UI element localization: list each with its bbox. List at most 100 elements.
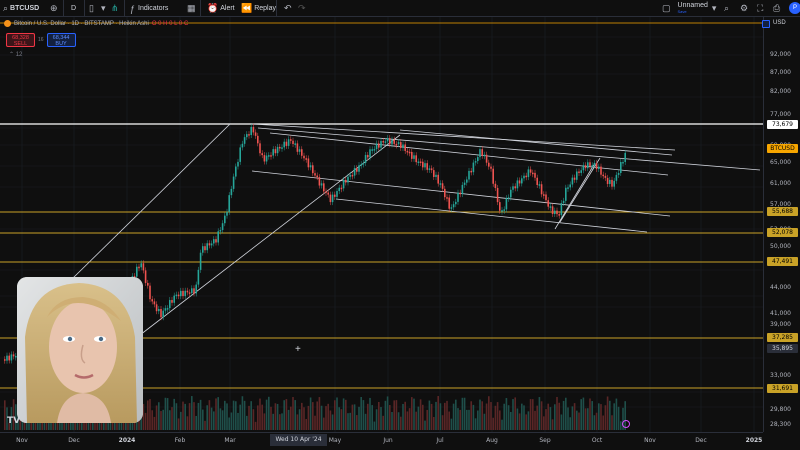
price-label: 55,688 [767,207,798,216]
interval-button[interactable]: D [71,0,76,17]
volume-bar [481,401,483,430]
indicators-button[interactable]: ƒ Indicators [130,0,168,17]
candle [468,170,470,180]
volume-bar [499,410,501,430]
candle [463,182,466,185]
candle [197,269,200,285]
volume-bar [290,406,292,430]
volume-bar [384,400,387,430]
volume-bar [472,404,475,430]
candle [397,142,400,145]
time-tick: Nov [16,437,28,444]
replay-button[interactable]: ⏪ Replay [241,0,276,17]
camera-icon[interactable]: ⎙ [773,0,780,17]
candle [210,243,213,246]
chevron-down-icon: ▾ [711,3,717,13]
candle [136,266,138,277]
candle [455,201,457,205]
candle [512,186,514,190]
candle [239,147,241,162]
layout-menu[interactable]: ▢ Unnamed Save ▾ [662,0,716,17]
price-axis[interactable]: USD 92,00087,00082,00077,00069,00065,000… [762,17,800,432]
volume-bar [237,412,239,430]
candle [422,161,424,168]
candle [485,154,488,163]
time-tick: Feb [174,437,186,444]
volume-bar [554,404,556,430]
candle [386,138,389,142]
candle [166,308,169,310]
volume-bar [175,403,178,430]
candle [307,158,310,168]
volume-bar [250,401,252,430]
volume-bar [197,402,200,430]
candle [323,183,325,192]
volume-bar [338,407,340,430]
bar-style-icon[interactable]: ▯ [89,0,94,17]
volume-bar [149,399,151,430]
currency-toggle-icon[interactable] [762,20,770,28]
candle [419,161,422,163]
sell-button[interactable]: 68,328 SELL [6,33,35,47]
volume-bar [485,403,488,430]
candle [237,161,239,167]
redo-icon[interactable]: ↷ [298,0,306,17]
candle [367,154,369,158]
volume-bar [503,403,505,430]
sell-label: SELL [13,41,28,47]
candle [529,169,532,173]
go-to-realtime-icon[interactable] [622,420,630,428]
volume-bar [356,415,358,430]
volume-bar [325,406,327,430]
volume-bar [446,400,448,430]
indicator-count[interactable]: ⌃ 12 [9,51,22,58]
candle [543,194,545,196]
volume-bar [463,397,466,430]
candle [408,151,411,154]
price-tick: 29,800 [770,406,791,413]
volume-bar [206,405,208,430]
fullscreen-icon[interactable]: ⛶ [757,0,763,17]
candle [560,203,563,216]
symbol-search[interactable]: ⌕ BTCUSD [3,0,39,17]
volume-bar [505,398,508,430]
candle [177,294,180,297]
add-symbol-icon[interactable]: ⊕ [50,0,58,17]
candle [450,207,453,209]
candle [477,157,479,162]
candle [138,266,140,269]
volume-bar [153,416,156,430]
undo-icon[interactable]: ↶ [284,0,292,17]
candle [395,143,398,146]
chevron-down-icon[interactable]: ▾ [101,0,106,17]
candle [292,140,294,145]
time-axis[interactable]: Wed 10 Apr '24 Nov Dec 2024 Feb Mar May Jun Jul… [0,432,763,450]
candle [481,149,483,156]
templates-icon[interactable]: ▦ [187,0,196,17]
candle [413,155,415,159]
volume-bar [336,397,338,430]
volume-bar [351,404,354,430]
volume-bar [404,401,406,430]
settings-icon[interactable]: ⚙ [740,0,748,17]
volume-bar [230,412,233,430]
quick-search-icon[interactable]: ⌕ [724,0,729,17]
alert-button[interactable]: ⏰ Alert [207,0,235,17]
volume-bar [331,414,334,430]
candle [534,172,536,178]
volume-bar [452,403,455,430]
avatar[interactable]: P [789,2,800,14]
candle [494,183,497,188]
compare-icon[interactable]: ⋔ [111,0,119,17]
candle [151,299,153,302]
volume-bar [307,405,310,430]
candle [584,165,587,169]
volume-bar [437,396,439,430]
buy-button[interactable]: 68,344 BUY [46,33,76,47]
candle [188,292,191,294]
candle [294,143,296,145]
volume-bar [386,396,389,430]
volume-bar [164,397,167,430]
candle [342,179,345,189]
candle [276,146,279,154]
